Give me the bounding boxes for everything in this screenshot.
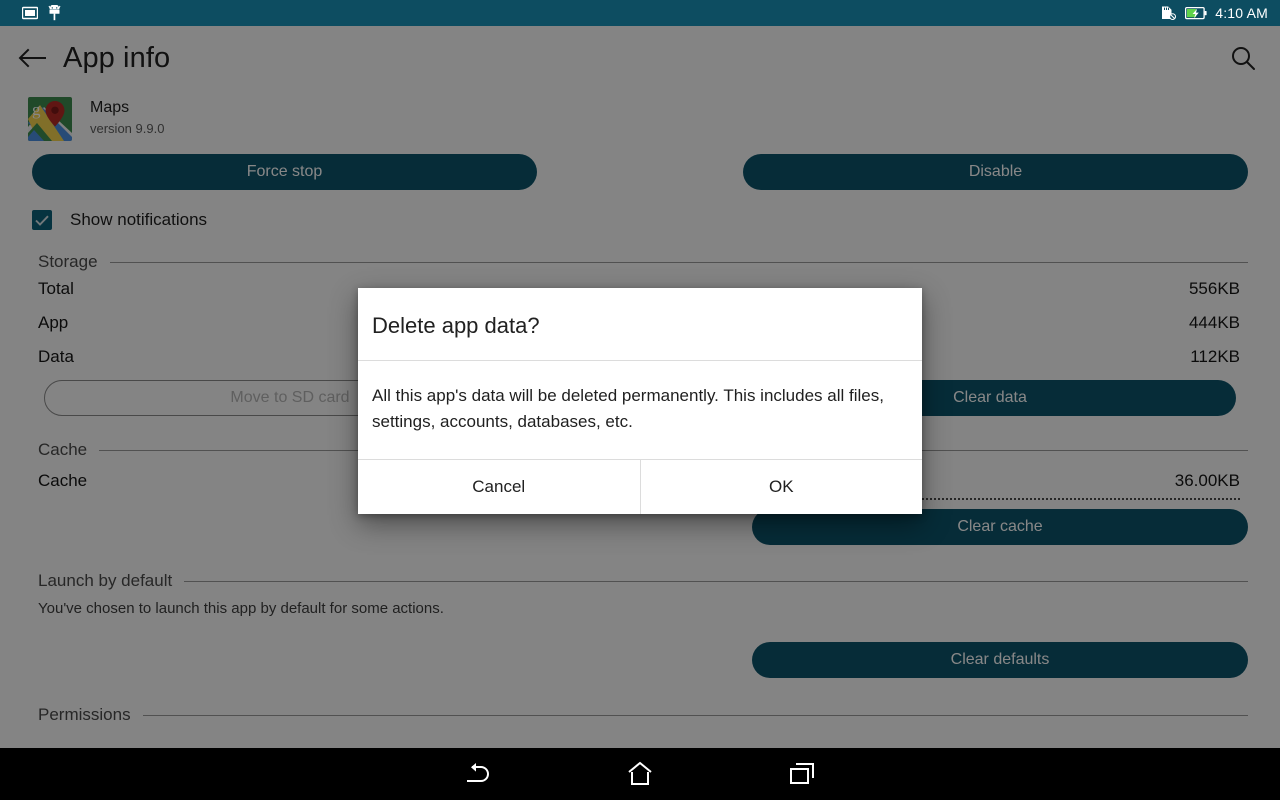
nav-home-icon[interactable]	[565, 748, 715, 800]
dialog-button-bar: Cancel OK	[358, 460, 922, 514]
dialog-title: Delete app data?	[372, 313, 540, 338]
system-navigation-bar	[0, 748, 1280, 800]
screenshot-icon	[22, 6, 38, 20]
dialog-cancel-button[interactable]: Cancel	[358, 460, 641, 514]
android-debug-icon	[48, 5, 61, 21]
status-bar-left-icons	[0, 5, 61, 21]
sdcard-off-icon	[1160, 5, 1177, 21]
dialog-message: All this app's data will be deleted perm…	[372, 386, 884, 431]
status-bar-right-icons: 4:10 AM	[1160, 5, 1280, 21]
status-bar-clock: 4:10 AM	[1215, 5, 1268, 21]
battery-charging-icon	[1185, 6, 1207, 20]
delete-app-data-dialog: Delete app data? All this app's data wil…	[358, 288, 922, 514]
nav-recents-icon[interactable]	[727, 748, 877, 800]
status-bar: 4:10 AM	[0, 0, 1280, 26]
screen-root: 4:10 AM App info g Maps version 9.9.0 Fo…	[0, 0, 1280, 800]
dialog-ok-button[interactable]: OK	[640, 460, 922, 514]
nav-back-icon[interactable]	[403, 748, 553, 800]
